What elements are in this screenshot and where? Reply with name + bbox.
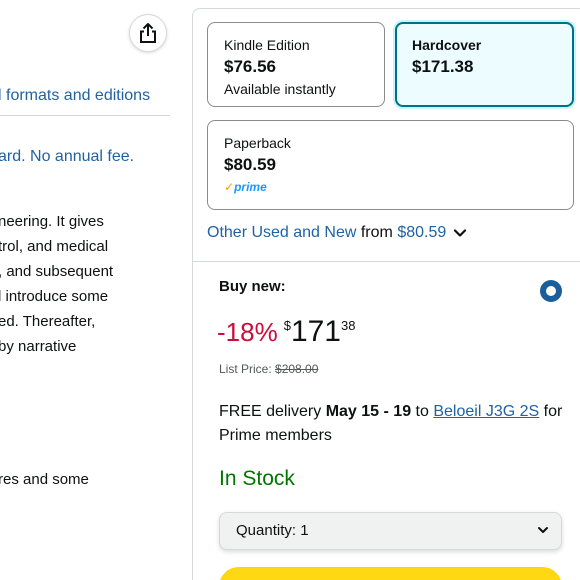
format-name: Hardcover [412,37,482,53]
format-name: Paperback [224,135,291,151]
format-price: $80.59 [224,155,276,174]
delivery-prefix: FREE delivery [219,403,322,420]
radio-dot [546,286,556,296]
description-line: by narrative [0,338,77,355]
price-display: -18% $17138 [217,312,355,352]
prime-badge: ✓prime [224,177,573,197]
quantity-label-text: Quantity: [236,522,297,539]
share-icon [140,23,156,43]
format-price: $171.38 [412,57,474,76]
buy-new-section: Buy new: -18% $17138 List Price: $208.00 … [193,261,580,580]
list-price-value: $208.00 [275,362,319,376]
card-offer-link[interactable]: ard. No annual fee. [0,148,134,166]
quantity-value: 1 [300,522,309,539]
other-used-price[interactable]: $80.59 [397,224,446,241]
chevron-down-icon [538,527,548,533]
format-paperback[interactable]: Paperback $80.59 ✓prime [207,120,574,210]
product-description: neering. It gives trol, and medical , an… [0,209,190,359]
description-continued: res and some [0,471,89,488]
buy-box-panel: Kindle Edition $76.56 Available instantl… [192,8,580,580]
list-price: List Price: $208.00 [219,362,318,376]
buy-new-label: Buy new: [219,278,286,295]
description-line: , and subsequent [0,263,114,280]
add-to-cart-button[interactable]: Add to Cart [219,567,562,580]
stock-status: In Stock [219,467,295,490]
delivery-address-link[interactable]: Beloeil J3G 2S [433,403,539,420]
other-used-and-new-link[interactable]: Other Used and New from $80.59 [207,224,467,242]
prime-label: prime [234,180,267,194]
buy-new-radio[interactable] [540,280,562,302]
price-whole: 171 [290,315,341,348]
prime-check-icon: ✓ [224,180,235,194]
list-price-label: List Price: [219,362,272,376]
delivery-message: FREE delivery May 15 - 19 to Beloeil J3G… [219,400,564,448]
discount-percent: -18% [217,317,278,347]
product-details-column: l formats and editions ard. No annual fe… [0,0,190,580]
format-kindle-edition[interactable]: Kindle Edition $76.56 Available instantl… [207,22,385,107]
see-all-formats-link[interactable]: l formats and editions [0,87,150,105]
delivery-dates: May 15 - 19 [325,403,412,420]
quantity-dropdown[interactable]: Quantity: 1 [219,512,562,550]
description-line: neering. It gives [0,213,104,230]
price-fraction: 38 [341,318,356,333]
format-price: $76.56 [224,57,276,76]
description-line: ed. Thereafter, [0,313,96,330]
format-hardcover[interactable]: Hardcover $171.38 [395,22,574,107]
divider [0,115,170,116]
other-used-label[interactable]: Other Used and New [207,224,356,241]
delivery-to: to [415,403,429,420]
price-currency: $ [283,318,291,333]
other-used-from: from [360,224,393,241]
quantity-label: Quantity: 1 [236,522,309,539]
format-availability: Available instantly [224,81,336,97]
format-name: Kindle Edition [224,37,310,53]
chevron-down-icon[interactable] [453,228,467,238]
description-line: l introduce some [0,288,109,305]
share-button[interactable] [129,14,167,52]
description-line: trol, and medical [0,238,109,255]
